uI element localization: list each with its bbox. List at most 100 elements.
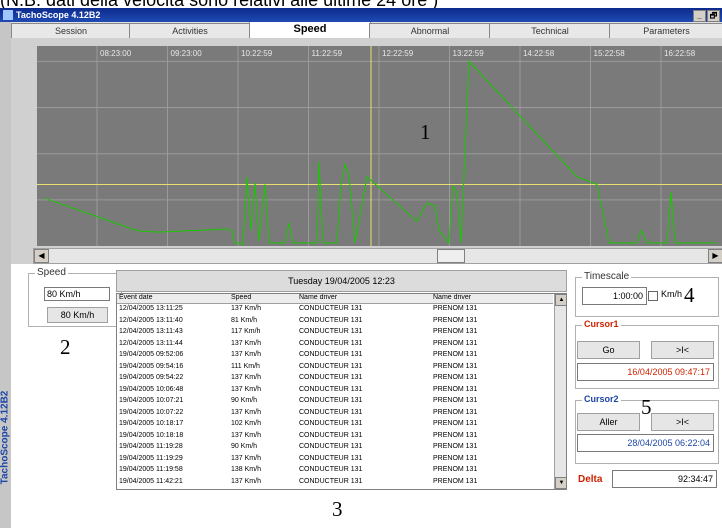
table-cell: 12/04/2005 13:11:43 bbox=[119, 328, 183, 335]
table-row[interactable]: 12/04/2005 13:11:25 137 Km/h CONDUCTEUR 13… bbox=[117, 305, 553, 313]
table-row[interactable]: 12/04/2005 13:11:40 81 Km/h CONDUCTEUR 131… bbox=[117, 317, 553, 325]
table-cell: 137 Km/h bbox=[231, 305, 261, 312]
table-cell: PRENOM 131 bbox=[433, 305, 478, 312]
cursor2-step-button[interactable]: >I< bbox=[651, 413, 714, 431]
table-cell: CONDUCTEUR 131 bbox=[299, 397, 363, 404]
column-header: Event date bbox=[119, 294, 153, 301]
annotation-4: 4 bbox=[684, 283, 695, 307]
table-row[interactable]: 19/04/2005 10:18:17 102 Km/h CONDUCTEUR 13… bbox=[117, 420, 553, 428]
table-cell: CONDUCTEUR 131 bbox=[299, 443, 363, 450]
chart-hscrollbar[interactable]: ◀ ▶ bbox=[33, 248, 722, 264]
x-tick-label: 09:23:00 bbox=[171, 49, 203, 58]
date-header: Tuesday 19/04/2005 12:23 bbox=[116, 270, 567, 292]
annotation-5: 5 bbox=[641, 395, 652, 419]
table-cell: PRENOM 131 bbox=[433, 408, 478, 416]
table-cell: CONDUCTEUR 131 bbox=[299, 374, 363, 381]
tab-session[interactable]: Session bbox=[11, 23, 131, 38]
table-cell: 137 Km/h bbox=[231, 454, 261, 462]
table-cell: PRENOM 131 bbox=[433, 443, 478, 450]
table-cell: 19/04/2005 09:54:16 bbox=[119, 362, 184, 370]
cursor2-label: Cursor2 bbox=[582, 394, 621, 404]
table-row[interactable]: 19/04/2005 11:19:28 90 Km/h CONDUCTEUR 131… bbox=[117, 443, 553, 451]
scroll-left-icon[interactable]: ◀ bbox=[34, 249, 49, 263]
table-cell: CONDUCTEUR 131 bbox=[299, 385, 363, 393]
table-cell: 19/04/2005 11:19:28 bbox=[119, 443, 183, 450]
tab-activities[interactable]: Activities bbox=[129, 23, 251, 38]
table-cell: CONDUCTEUR 131 bbox=[299, 305, 363, 312]
x-tick-label: 16:22:58 bbox=[664, 49, 696, 58]
table-cell: 137 Km/h bbox=[231, 431, 261, 439]
table-cell: 19/04/2005 10:06:48 bbox=[119, 385, 184, 393]
table-cell: 111 Km/h bbox=[231, 362, 260, 370]
table-cell: PRENOM 131 bbox=[433, 397, 478, 404]
table-cell: 19/04/2005 10:07:21 bbox=[119, 397, 184, 404]
table-cell: 117 Km/h bbox=[231, 328, 261, 335]
table-cell: CONDUCTEUR 131 bbox=[299, 431, 363, 439]
table-row[interactable]: 19/04/2005 09:52:06 137 Km/h CONDUCTEUR 13… bbox=[117, 351, 553, 359]
table-cell: CONDUCTEUR 131 bbox=[299, 408, 363, 416]
window-title: TachoScope 4.12B2 bbox=[16, 10, 101, 20]
table-row[interactable]: 19/04/2005 11:19:29 137 Km/h CONDUCTEUR 13… bbox=[117, 455, 553, 463]
table-cell: CONDUCTEUR 131 bbox=[299, 351, 363, 358]
table-row[interactable]: 19/04/2005 09:54:16 111 Km/h CONDUCTEUR 13… bbox=[117, 363, 553, 371]
table-row[interactable]: 12/04/2005 13:11:43 117 Km/h CONDUCTEUR 13… bbox=[117, 328, 553, 336]
table-cell: 19/04/2005 10:07:22 bbox=[119, 408, 184, 416]
table-row[interactable]: 19/04/2005 10:06:48 137 Km/h CONDUCTEUR 13… bbox=[117, 386, 553, 394]
x-tick-label: 12:22:59 bbox=[382, 49, 414, 58]
table-cell: 137 Km/h bbox=[231, 351, 261, 358]
table-row[interactable]: 19/04/2005 11:42:21 137 Km/h CONDUCTEUR 13… bbox=[117, 478, 553, 486]
table-row[interactable]: 19/04/2005 11:19:58 138 Km/h CONDUCTEUR 13… bbox=[117, 466, 553, 474]
table-cell: CONDUCTEUR 131 bbox=[299, 316, 363, 324]
table-cell: PRENOM 131 bbox=[433, 466, 478, 473]
timescale-input[interactable]: 1:00:00 bbox=[582, 287, 647, 305]
scroll-thumb[interactable] bbox=[437, 249, 465, 263]
table-cell: PRENOM 131 bbox=[433, 374, 478, 381]
table-row[interactable]: 19/04/2005 10:07:22 137 Km/h CONDUCTEUR 13… bbox=[117, 409, 553, 417]
table-cell: 90 Km/h bbox=[231, 397, 258, 404]
table-row[interactable]: 19/04/2005 10:18:18 137 Km/h CONDUCTEUR 13… bbox=[117, 432, 553, 440]
table-cell: PRENOM 131 bbox=[433, 385, 478, 393]
scroll-up-icon[interactable]: ▲ bbox=[555, 294, 566, 306]
sidebar-brand: TachoScope 4.12B2 bbox=[0, 390, 11, 485]
table-row[interactable]: 12/04/2005 13:11:44 137 Km/h CONDUCTEUR 13… bbox=[117, 340, 553, 348]
table-cell: 81 Km/h bbox=[231, 316, 258, 324]
cursor1-step-button[interactable]: >I< bbox=[651, 341, 714, 359]
cursor2-value: 28/04/2005 06:22:04 bbox=[577, 434, 714, 452]
column-header: Name driver bbox=[299, 294, 338, 301]
table-cell: PRENOM 131 bbox=[433, 328, 478, 335]
table-cell: 90 Km/h bbox=[231, 443, 258, 450]
table-cell: CONDUCTEUR 131 bbox=[299, 362, 363, 370]
tab-abnormal[interactable]: Abnormal bbox=[369, 23, 491, 38]
table-row[interactable]: 19/04/2005 09:54:22 137 Km/h CONDUCTEUR 13… bbox=[117, 374, 553, 382]
speed-button[interactable]: 80 Km/h bbox=[47, 307, 108, 323]
table-cell: 12/04/2005 13:11:40 bbox=[119, 316, 183, 324]
table-cell: 137 Km/h bbox=[231, 374, 261, 381]
kmh-checkbox[interactable] bbox=[648, 291, 658, 301]
table-cell: 137 Km/h bbox=[231, 477, 261, 485]
tab-parameters[interactable]: Parameters bbox=[609, 23, 722, 38]
cursor1-go-button[interactable]: Go bbox=[577, 341, 640, 359]
table-vscrollbar[interactable]: ▲ ▼ bbox=[554, 294, 566, 489]
table-row[interactable]: 19/04/2005 10:07:21 90 Km/h CONDUCTEUR 131… bbox=[117, 397, 553, 405]
side-strip: TachoScope 4.12B2 bbox=[0, 22, 11, 528]
maximize-button[interactable]: 🗗 bbox=[707, 10, 720, 22]
x-tick-label: 08:23:00 bbox=[100, 49, 132, 58]
minimize-button[interactable]: _ bbox=[693, 10, 706, 22]
tab-speed[interactable]: Speed bbox=[249, 21, 371, 39]
scroll-right-icon[interactable]: ▶ bbox=[708, 249, 722, 263]
tab-technical[interactable]: Technical bbox=[489, 23, 611, 38]
table-cell: CONDUCTEUR 131 bbox=[299, 477, 363, 485]
table-cell: PRENOM 131 bbox=[433, 477, 478, 485]
table-cell: 19/04/2005 11:19:29 bbox=[119, 454, 183, 462]
table-cell: 19/04/2005 10:18:18 bbox=[119, 431, 184, 439]
speed-chart: 08:23:00 09:23:00 10:22:59 11:22:59 12:22:59… bbox=[37, 46, 722, 246]
speed-group-label: Speed bbox=[35, 267, 68, 278]
cursor1-value: 16/04/2005 09:47:17 bbox=[577, 363, 714, 381]
x-tick-label: 15:22:58 bbox=[594, 49, 626, 58]
cursor2-go-button[interactable]: Aller bbox=[577, 413, 640, 431]
speed-input[interactable]: 80 Km/h bbox=[44, 287, 110, 301]
scroll-down-icon[interactable]: ▼ bbox=[555, 477, 566, 489]
app-icon bbox=[3, 10, 13, 20]
table-cell: 19/04/2005 10:18:17 bbox=[119, 420, 184, 427]
table-header: Event date Speed Name driver Name driver bbox=[117, 294, 553, 304]
